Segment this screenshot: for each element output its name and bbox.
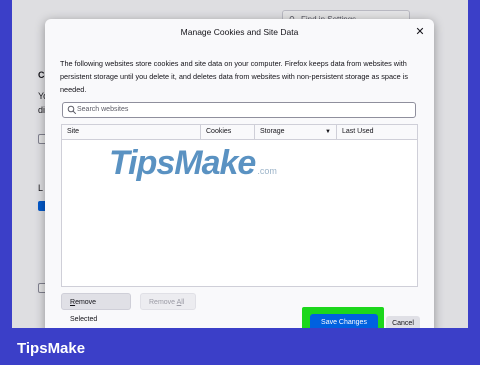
column-storage[interactable]: Storage ▼	[255, 125, 337, 139]
dialog-title: Manage Cookies and Site Data	[180, 27, 299, 37]
search-icon	[67, 105, 77, 115]
sort-down-icon: ▼	[325, 129, 331, 135]
remove-selected-button[interactable]: Remove Selected	[61, 293, 131, 323]
column-last-used[interactable]: Last Used	[337, 125, 419, 139]
dialog-description: The following websites store cookies and…	[60, 59, 409, 94]
remove-all-button[interactable]: Remove All	[140, 293, 196, 310]
search-websites-input[interactable]: Search websites	[62, 102, 416, 118]
tipsmake-watermark: TipsMake .com	[109, 144, 277, 182]
column-site[interactable]: Site	[62, 125, 201, 139]
table-header: Site Cookies Storage ▼ Last Used	[62, 125, 417, 140]
search-placeholder: Search websites	[77, 106, 129, 113]
close-icon[interactable]: ✕	[412, 24, 428, 40]
brand-logo-text: TipsMake	[17, 340, 86, 357]
column-storage-label: Storage	[260, 128, 285, 135]
column-cookies[interactable]: Cookies	[201, 125, 255, 139]
